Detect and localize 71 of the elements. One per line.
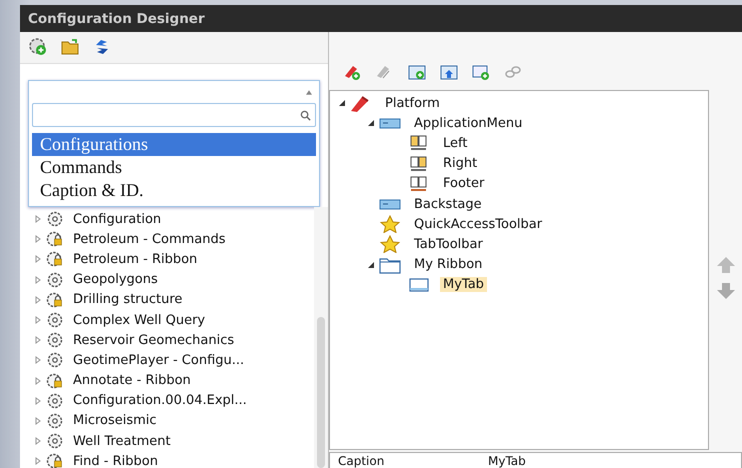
move-up-icon[interactable] [716, 256, 736, 274]
gear-icon [46, 210, 64, 228]
collapse-arrow-icon[interactable] [367, 119, 375, 128]
configuration-item[interactable]: Microseismic [73, 413, 157, 428]
dropdown-option[interactable]: Commands [32, 156, 316, 179]
locked-gear-icon [46, 250, 64, 268]
gear-icon [46, 331, 64, 350]
scrollbar-thumb[interactable] [317, 317, 325, 468]
gear-icon [46, 412, 64, 430]
tree-item[interactable]: My Ribbon [411, 257, 486, 272]
expand-arrow-icon[interactable] [34, 255, 42, 264]
tree-item[interactable]: Backstage [411, 196, 485, 212]
gear-add-icon[interactable] [28, 37, 48, 57]
gear-icon [46, 392, 64, 410]
configuration-type-dropdown[interactable]: Configurations Commands Caption & ID. [28, 80, 320, 207]
expand-arrow-icon[interactable] [34, 296, 42, 304]
configuration-item[interactable]: Complex Well Query [73, 312, 206, 328]
move-down-icon[interactable] [716, 282, 736, 300]
tree-item[interactable]: ApplicationMenu [411, 116, 526, 131]
tree-item[interactable]: QuickAccessToolbar [411, 216, 546, 232]
tree-item[interactable]: TabToolbar [411, 236, 486, 252]
locked-gear-icon [46, 372, 64, 390]
expand-arrow-icon[interactable] [34, 376, 42, 385]
expand-arrow-icon[interactable] [34, 416, 42, 425]
gear-icon [46, 351, 64, 370]
folder-icon [379, 256, 401, 274]
configuration-item[interactable]: Petroleum - Commands [73, 232, 226, 247]
expand-arrow-icon[interactable] [34, 316, 42, 324]
configuration-item[interactable]: Reservoir Geomechanics [73, 332, 234, 348]
collapse-arrow-icon[interactable] [367, 260, 375, 269]
tree-item[interactable]: Platform [382, 96, 443, 111]
configuration-item[interactable]: Petroleum - Ribbon [73, 252, 198, 267]
search-icon[interactable] [300, 110, 311, 120]
folder-icon[interactable] [60, 37, 80, 57]
expand-arrow-icon[interactable] [34, 276, 42, 284]
tree-item[interactable]: Right [440, 156, 480, 172]
gear-icon [46, 432, 64, 450]
configuration-item[interactable]: Configuration.00.04.Expl... [73, 393, 247, 408]
gear-icon [46, 270, 64, 289]
expand-arrow-icon[interactable] [34, 457, 42, 466]
configuration-item[interactable]: Annotate - Ribbon [73, 373, 191, 388]
window-title: Configuration Designer [28, 10, 205, 26]
star-icon [379, 235, 401, 254]
tab-icon [408, 276, 430, 294]
tree-item[interactable]: Footer [440, 176, 488, 192]
search-field[interactable] [32, 103, 316, 127]
dropdown-option[interactable]: Configurations [32, 133, 316, 156]
configuration-item[interactable]: GeotimePlayer - Configu... [73, 352, 244, 368]
caret-up-icon[interactable] [306, 90, 312, 94]
tree-item[interactable]: Left [440, 136, 470, 151]
expand-arrow-icon[interactable] [34, 215, 42, 224]
collapse-arrow-icon[interactable] [338, 99, 346, 108]
dropdown-option[interactable]: Caption & ID. [32, 179, 316, 202]
expand-arrow-icon[interactable] [34, 437, 42, 446]
star-icon [379, 215, 401, 234]
property-value[interactable]: MyTab [488, 455, 526, 468]
expand-arrow-icon[interactable] [34, 336, 42, 344]
configuration-item[interactable]: Drilling structure [73, 292, 182, 308]
expand-arrow-icon[interactable] [34, 235, 42, 244]
locked-gear-icon [46, 230, 64, 248]
configuration-item[interactable]: Configuration [73, 212, 162, 227]
expand-arrow-icon[interactable] [34, 356, 42, 364]
scrollbar[interactable] [314, 207, 328, 468]
configuration-item[interactable]: Well Treatment [73, 434, 171, 449]
expand-arrow-icon[interactable] [34, 396, 42, 405]
tree-item[interactable]: MyTab [440, 277, 487, 292]
gear-icon [46, 311, 64, 330]
property-name: Caption [338, 455, 386, 468]
configuration-item[interactable]: Find - Ribbon [73, 454, 158, 468]
locked-gear-icon [46, 290, 64, 309]
configuration-item[interactable]: Geopolygons [73, 272, 158, 288]
